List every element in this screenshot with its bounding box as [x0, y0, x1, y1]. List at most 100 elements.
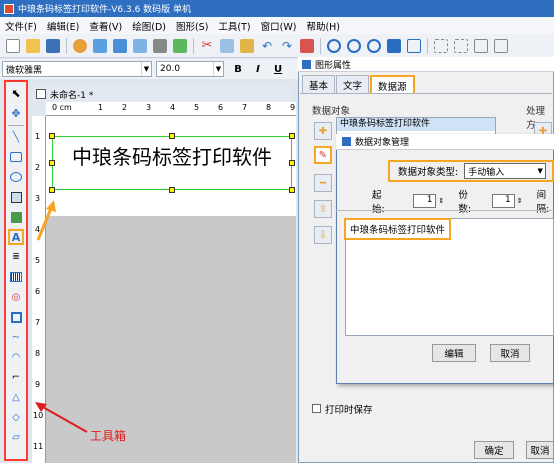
ok-button[interactable]: 确定 — [474, 441, 514, 459]
zoom-page-icon[interactable] — [387, 38, 401, 53]
cut-icon[interactable]: ✂ — [200, 38, 214, 53]
toolbar-separator — [66, 37, 67, 54]
undo-icon[interactable]: ↶ — [260, 39, 274, 53]
ungroup-icon[interactable] — [454, 38, 468, 53]
save-icon[interactable] — [46, 38, 60, 53]
menu-tools[interactable]: 工具(T) — [213, 19, 255, 33]
main-toolbar: ✂ ↶ ↷ — [0, 34, 554, 58]
print-save-checkbox[interactable] — [312, 404, 321, 413]
underline-button[interactable]: U — [270, 64, 286, 75]
data-object-dialog-title: 数据对象管理 — [355, 138, 410, 148]
tab-data-source[interactable]: 数据源 — [370, 75, 415, 93]
ruler-tick: 1 — [35, 132, 41, 141]
menu-shape[interactable]: 图形(S) — [171, 19, 213, 33]
line-icon[interactable]: ╲ — [8, 129, 24, 145]
data-type-select[interactable]: 手动输入 ▼ — [464, 163, 547, 179]
qrcode-icon[interactable] — [8, 309, 24, 325]
copy-icon[interactable] — [220, 38, 234, 53]
batch-icon[interactable] — [153, 38, 167, 53]
spin-arrows-icon[interactable]: ⇕ — [438, 197, 444, 205]
zoom-in-icon[interactable] — [327, 38, 341, 53]
start-input[interactable]: 1 — [413, 194, 437, 208]
data-content-value[interactable]: 中琅条码标签打印软件 — [344, 218, 452, 240]
paste-icon[interactable] — [240, 38, 254, 53]
spin-arrows-icon[interactable]: ⇕ — [517, 197, 523, 205]
ruler-tick: 6 — [35, 287, 41, 296]
move-down-button[interactable]: ⇩ — [314, 226, 332, 244]
resize-handle[interactable] — [169, 133, 175, 139]
document-tab[interactable]: 未命名-1 * — [32, 86, 292, 102]
new-file-icon[interactable] — [6, 38, 20, 53]
italic-button[interactable]: I — [250, 64, 266, 75]
distribute-icon[interactable] — [494, 38, 508, 53]
ellipse-icon[interactable] — [8, 169, 24, 185]
remove-data-object-button[interactable]: ━ — [314, 174, 332, 192]
properties-cancel-button[interactable]: 取消 — [526, 441, 554, 459]
resize-handle[interactable] — [289, 160, 295, 166]
label-text-object[interactable]: 中琅条码标签打印软件 — [52, 141, 292, 170]
tab-text[interactable]: 文字 — [336, 75, 370, 93]
curve-icon[interactable]: ∼ — [8, 329, 24, 345]
tab-basic[interactable]: 基本 — [302, 75, 336, 93]
font-family-select[interactable]: 微软雅黑 ▼ — [2, 61, 152, 77]
copies-input[interactable]: 1 — [491, 194, 515, 208]
menu-window[interactable]: 窗口(W) — [256, 19, 302, 33]
menu-edit[interactable]: 编辑(E) — [42, 19, 84, 33]
toolbar-separator — [427, 37, 428, 54]
resize-handle[interactable] — [49, 187, 55, 193]
add-data-object-button[interactable]: ✚ — [314, 122, 332, 140]
zoom-fit-icon[interactable] — [367, 38, 381, 53]
dialog-icon — [342, 137, 351, 146]
align-icon[interactable] — [474, 38, 488, 53]
edit-data-object-button[interactable]: ✎ — [314, 146, 332, 164]
bold-button[interactable]: B — [230, 64, 246, 75]
image-icon[interactable] — [8, 189, 24, 205]
delete-icon[interactable] — [300, 38, 314, 53]
resize-handle[interactable] — [49, 160, 55, 166]
document-icon — [36, 89, 46, 99]
open-folder-icon[interactable] — [26, 38, 40, 53]
font-size-select[interactable]: 20.0 ▼ — [156, 61, 224, 77]
resize-handle[interactable] — [289, 133, 295, 139]
grid-icon[interactable] — [173, 38, 187, 53]
resize-handle[interactable] — [289, 187, 295, 193]
database-icon[interactable] — [93, 38, 107, 53]
seal-icon[interactable]: ◎ — [8, 289, 24, 305]
zoom-width-icon[interactable] — [407, 38, 421, 53]
dialog-cancel-button[interactable]: 取消 — [490, 344, 530, 362]
barcode-data-icon[interactable] — [133, 38, 147, 53]
picture-icon[interactable] — [8, 209, 24, 225]
ruler-tick: 2 — [122, 103, 128, 112]
zoom-out-icon[interactable] — [347, 38, 361, 53]
polyline-icon[interactable]: ⌐ — [8, 369, 24, 385]
resize-handle[interactable] — [49, 133, 55, 139]
menu-draw[interactable]: 绘图(D) — [127, 19, 171, 33]
toolbar-separator — [320, 37, 321, 54]
menu-help[interactable]: 帮助(H) — [301, 19, 345, 33]
pointer-icon[interactable]: ⬉ — [8, 85, 24, 101]
document-tab-label: 未命名-1 * — [50, 90, 94, 101]
text-tool-icon[interactable]: A — [8, 229, 24, 245]
menu-view[interactable]: 查看(V) — [84, 19, 127, 33]
resize-handle[interactable] — [169, 187, 175, 193]
print-preview-icon[interactable] — [113, 38, 127, 53]
menu-bar: 文件(F) 编辑(E) 查看(V) 绘图(D) 图形(S) 工具(T) 窗口(W… — [0, 17, 554, 34]
menu-file[interactable]: 文件(F) — [0, 19, 42, 33]
list-item[interactable]: 中琅条码标签打印软件 — [337, 118, 495, 131]
diamond-icon[interactable]: ◇ — [8, 409, 24, 425]
ruler-tick: 4 — [170, 103, 176, 112]
redo-icon[interactable]: ↷ — [280, 39, 294, 53]
group-icon[interactable] — [434, 38, 448, 53]
arc-icon[interactable]: ◠ — [8, 349, 24, 365]
triangle-icon[interactable]: △ — [8, 389, 24, 405]
ruler-tick: 5 — [194, 103, 200, 112]
parallelogram-icon[interactable]: ▱ — [8, 429, 24, 445]
toolbox-separator — [8, 125, 24, 126]
rectangle-icon[interactable] — [8, 149, 24, 165]
barcode-icon[interactable] — [8, 269, 24, 285]
move-up-button[interactable]: ⇧ — [314, 200, 332, 218]
edit-button[interactable]: 编辑 — [432, 344, 476, 362]
pan-icon[interactable]: ✥ — [8, 105, 24, 121]
settings-icon[interactable] — [73, 38, 87, 53]
paragraph-icon[interactable]: ≣ — [8, 249, 24, 265]
